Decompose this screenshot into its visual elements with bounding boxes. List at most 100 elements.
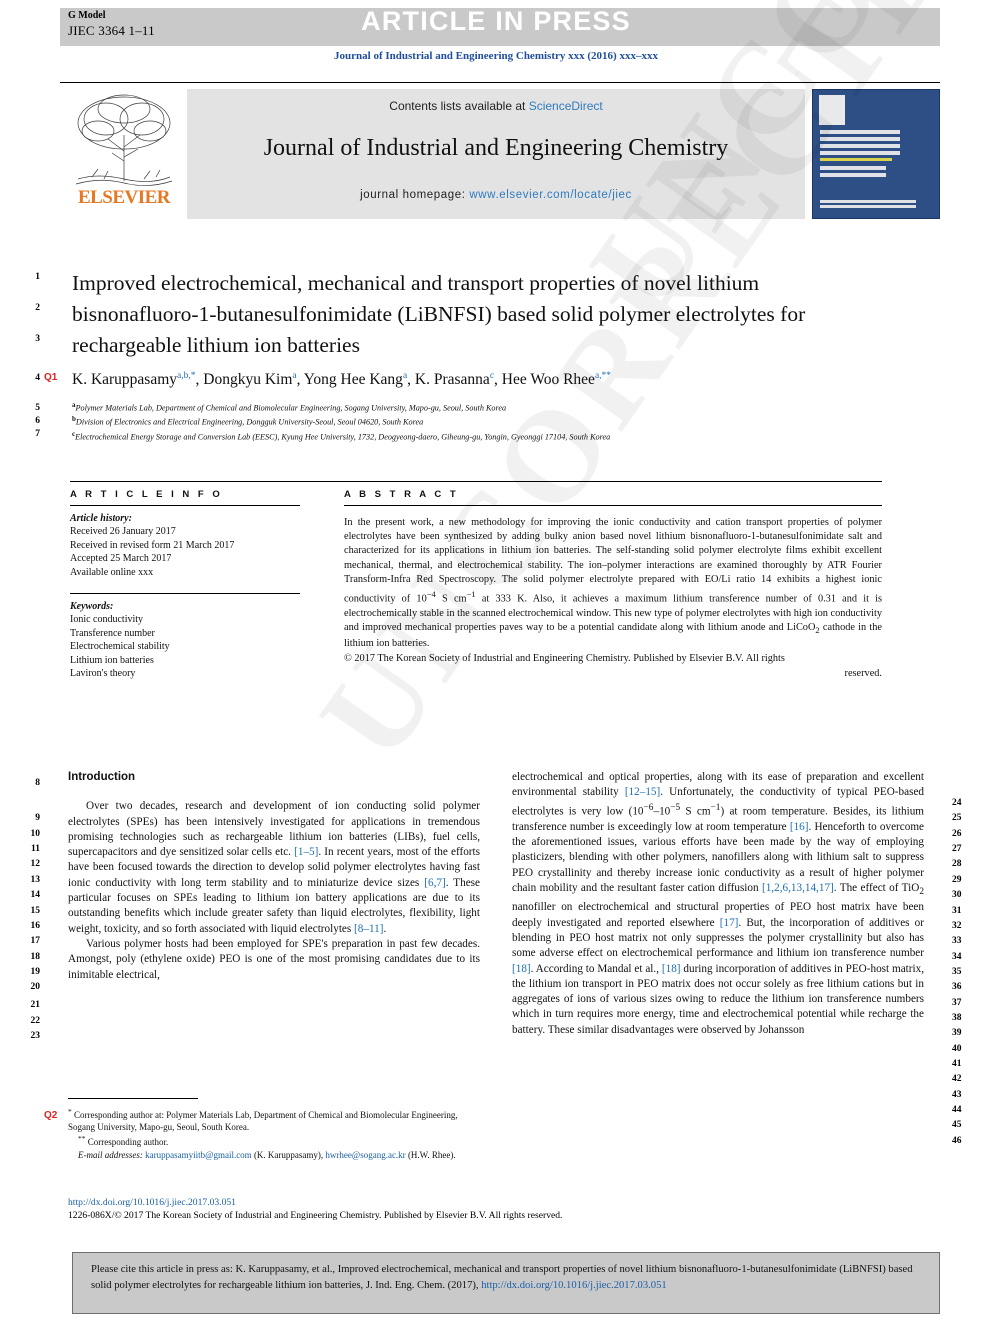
query-tag-q1[interactable]: Q1 <box>44 372 57 383</box>
line-number: 40 <box>952 1044 962 1054</box>
abstract-copyright-tail: reserved. <box>844 667 882 679</box>
keyword-item: Laviron's theory <box>70 668 136 680</box>
line-number: 45 <box>952 1120 962 1130</box>
line-number: 27 <box>952 844 962 854</box>
abstract-body: In the present work, a new methodology f… <box>344 517 882 650</box>
body-column-right: electrochemical and optical properties, … <box>512 770 924 1038</box>
article-history-block: Article history: Received 26 January 201… <box>70 512 315 579</box>
elsevier-logo: ELSEVIER <box>68 89 180 219</box>
line-number: 2 <box>35 303 40 313</box>
line-number: 12 <box>30 859 41 869</box>
homepage-url-link[interactable]: www.elsevier.com/locate/jiec <box>469 189 632 201</box>
line-number: 41 <box>952 1059 962 1069</box>
line-number: 11 <box>31 844 40 854</box>
citation-notice-box: Please cite this article in press as: K.… <box>72 1252 940 1314</box>
author-list: K. Karuppasamya,b,*, Dongkyu Kima, Yong … <box>72 371 612 389</box>
line-number: 5 <box>35 403 40 413</box>
footnote-star-line: * Corresponding author at: Polymer Mater… <box>68 1107 458 1133</box>
line-number: 24 <box>952 798 962 808</box>
history-item: Received in revised form 21 March 2017 <box>70 539 235 551</box>
paragraph: Various polymer hosts had been employed … <box>68 937 480 981</box>
line-number: 44 <box>952 1105 962 1115</box>
line-number: 15 <box>30 906 41 916</box>
abstract-copyright: © 2017 The Korean Society of Industrial … <box>344 652 882 680</box>
line-number: 21 <box>30 1000 41 1010</box>
email-label: E-mail addresses: <box>78 1149 143 1160</box>
line-number: 33 <box>952 936 962 946</box>
line-number: 16 <box>30 921 41 931</box>
line-number: 46 <box>952 1136 962 1146</box>
paragraph: Over two decades, research and developme… <box>68 800 480 935</box>
line-number: 1 <box>35 272 40 282</box>
line-number: 9 <box>35 813 40 823</box>
line-number: 10 <box>30 829 41 839</box>
line-number: 17 <box>30 936 41 946</box>
line-number: 36 <box>952 982 962 992</box>
line-number: 43 <box>952 1090 962 1100</box>
article-history-label: Article history: <box>70 513 132 524</box>
line-number: 42 <box>952 1074 962 1084</box>
line-number: 38 <box>952 1013 962 1023</box>
journal-masthead: ELSEVIER Contents lists available at Sci… <box>60 82 940 222</box>
keywords-block: Keywords: Ionic conductivity Transferenc… <box>70 600 315 680</box>
email-owner-2: (H.W. Rhee). <box>407 1149 456 1160</box>
journal-title: Journal of Industrial and Engineering Ch… <box>263 135 729 161</box>
homepage-prefix: journal homepage: <box>360 189 470 201</box>
footnote-star-marker: * <box>68 1107 72 1116</box>
history-item: Received 26 January 2017 <box>70 526 176 538</box>
contents-available-line: Contents lists available at ScienceDirec… <box>187 99 805 113</box>
line-number: 26 <box>952 829 962 839</box>
line-number: 39 <box>952 1028 962 1038</box>
query-tag-q2[interactable]: Q2 <box>44 1110 57 1121</box>
info-section-divider <box>70 481 882 482</box>
corresponding-author-footnote: * Corresponding author at: Polymer Mater… <box>68 1098 480 1161</box>
line-number: 28 <box>952 859 962 869</box>
line-number: 34 <box>952 952 962 962</box>
line-number: 20 <box>30 982 41 992</box>
affiliation-c: cElectrochemical Energy Storage and Conv… <box>72 429 611 442</box>
keywords-label: Keywords: <box>70 601 114 613</box>
line-number: 32 <box>952 921 962 931</box>
line-number: 6 <box>35 416 40 426</box>
line-number: 18 <box>30 952 41 962</box>
paragraph: electrochemical and optical properties, … <box>512 771 925 1036</box>
section-heading-introduction: Introduction <box>68 771 136 783</box>
email-owner-1: (K. Karuppasamy), <box>253 1149 324 1160</box>
keyword-item: Ionic conductivity <box>70 614 144 626</box>
journal-reference-line: Journal of Industrial and Engineering Ch… <box>334 50 658 62</box>
doi-link[interactable]: http://dx.doi.org/10.1016/j.jiec.2017.03… <box>68 1196 768 1209</box>
contents-prefix: Contents lists available at <box>389 99 529 113</box>
article-info-heading: A R T I C L E I N F O <box>70 489 223 500</box>
line-number: 22 <box>30 1016 41 1026</box>
keyword-item: Transference number <box>70 627 155 639</box>
line-number: 35 <box>952 967 962 977</box>
email-link-1[interactable]: karuppasamyiitb@gmail.com <box>145 1150 252 1160</box>
keyword-item: Electrochemical stability <box>70 641 170 653</box>
line-number: 13 <box>30 875 41 885</box>
footnote-double-star-marker: ** <box>78 1134 86 1144</box>
elsevier-wordmark: ELSEVIER <box>77 187 171 208</box>
history-item: Available online xxx <box>70 566 154 578</box>
article-in-press-title: ARTICLE IN PRESS <box>361 6 631 36</box>
article-info-column: Article history: Received 26 January 201… <box>70 505 315 680</box>
line-number: 8 <box>35 778 40 788</box>
sciencedirect-link[interactable]: ScienceDirect <box>529 99 603 113</box>
abstract-column: In the present work, a new methodology f… <box>344 505 882 681</box>
line-number: 14 <box>30 890 41 900</box>
affiliation-list: aPolymer Materials Lab, Department of Ch… <box>72 400 902 443</box>
doi-copyright-block: http://dx.doi.org/10.1016/j.jiec.2017.03… <box>68 1196 768 1223</box>
line-number: 30 <box>952 890 962 900</box>
elsevier-tree-icon <box>75 94 173 186</box>
page-title: Improved electrochemical, mechanical and… <box>72 271 806 357</box>
abstract-heading: A B S T R A C T <box>344 489 459 500</box>
footnote-email-line: E-mail addresses: karuppasamyiitb@gmail.… <box>68 1149 480 1161</box>
journal-cover-thumbnail <box>812 89 940 219</box>
line-number: 31 <box>952 906 962 916</box>
affiliation-a: aPolymer Materials Lab, Department of Ch… <box>72 401 507 413</box>
issn-copyright-line: 1226-086X/© 2017 The Korean Society of I… <box>68 1210 563 1222</box>
keyword-item: Lithium ion batteries <box>70 654 154 666</box>
line-number: 23 <box>30 1031 41 1041</box>
citation-doi-link[interactable]: http://dx.doi.org/10.1016/j.jiec.2017.03… <box>481 1280 666 1291</box>
email-link-2[interactable]: hwrhee@sogang.ac.kr <box>325 1150 405 1160</box>
body-column-left: Introduction Over two decades, research … <box>68 770 480 983</box>
